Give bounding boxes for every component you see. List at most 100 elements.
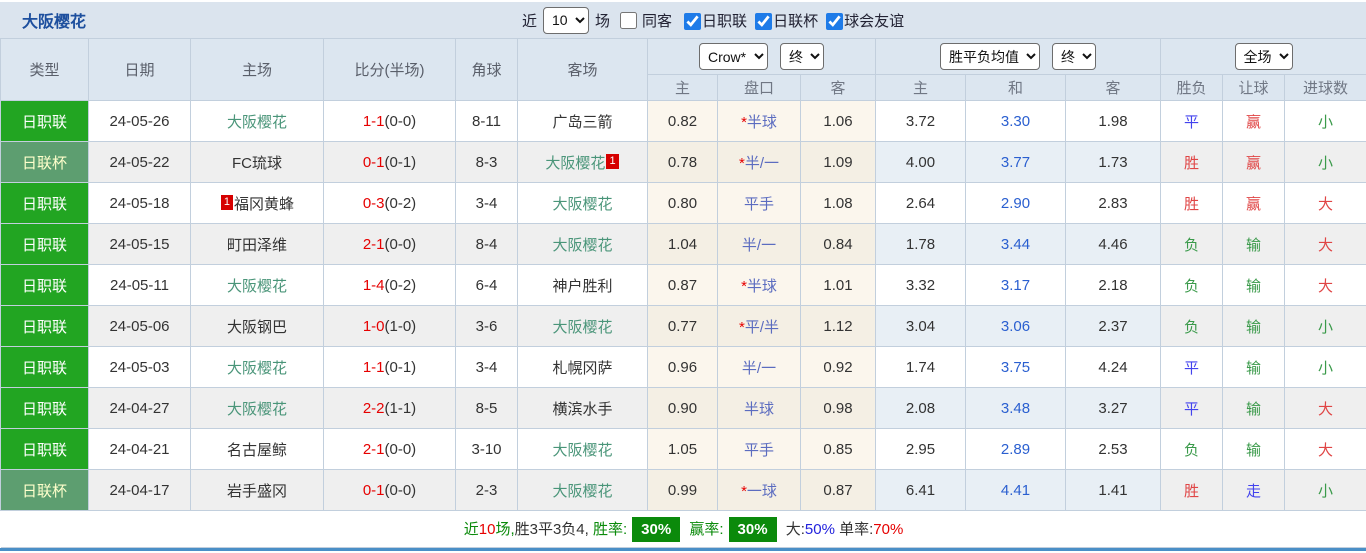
avg-time-select[interactable]: 终	[1052, 43, 1096, 70]
home-team-cell[interactable]: 大阪钢巴	[191, 306, 324, 347]
match-history-panel: 大阪樱花 近 10 场 同客 日职联 日联杯 球会友谊	[0, 2, 1366, 551]
avg-away-cell: 2.18	[1066, 265, 1161, 306]
score-cell: 1-0(1-0)	[324, 306, 456, 347]
friendly-checkbox[interactable]	[826, 13, 843, 30]
away-team-cell[interactable]: 神户胜利	[518, 265, 648, 306]
result-cell: 平	[1161, 101, 1223, 142]
handicap-result-cell: 输	[1223, 347, 1285, 388]
home-team-cell[interactable]: 大阪樱花	[191, 347, 324, 388]
odds-time-select[interactable]: 终	[780, 43, 824, 70]
result-cell: 负	[1161, 306, 1223, 347]
period-select[interactable]: 全场	[1235, 43, 1293, 70]
home-team-cell[interactable]: 大阪樱花	[191, 388, 324, 429]
match-date: 24-05-26	[89, 101, 191, 142]
team-name: 神户胜利	[552, 278, 612, 295]
home-team-cell[interactable]: 大阪樱花	[191, 101, 324, 142]
away-team-cell[interactable]: 大阪樱花	[518, 224, 648, 265]
away-team-cell[interactable]: 大阪樱花	[518, 470, 648, 511]
away-team-cell[interactable]: 大阪樱花1	[518, 142, 648, 183]
away-team-cell[interactable]: 横滨水手	[518, 388, 648, 429]
title-bar: 大阪樱花 近 10 场 同客 日职联 日联杯 球会友谊	[0, 2, 1366, 38]
handicap-cell: 半球	[718, 388, 801, 429]
jcup-label: 日联杯	[773, 13, 818, 30]
match-date: 24-05-03	[89, 347, 191, 388]
jcup-checkbox[interactable]	[755, 13, 772, 30]
match-row: 日职联24-04-27大阪樱花2-2(1-1)8-5横滨水手0.90半球0.98…	[1, 388, 1366, 429]
team-name: 岩手盛冈	[227, 483, 287, 500]
avg-home-cell: 4.00	[876, 142, 966, 183]
league-type-badge: 日职联	[1, 265, 89, 306]
avg-draw-cell: 3.06	[966, 306, 1066, 347]
same-venue-checkbox[interactable]	[620, 12, 637, 29]
match-row: 日职联24-05-15町田泽维2-1(0-0)8-4大阪樱花1.04半/一0.8…	[1, 224, 1366, 265]
odds-away-cell: 1.08	[801, 183, 876, 224]
friendly-label: 球会友谊	[844, 13, 904, 30]
avg-away-cell: 1.98	[1066, 101, 1161, 142]
filter-jcup: 日联杯	[747, 10, 818, 31]
handicap-cell: 平手	[718, 429, 801, 470]
summary-text: 大:	[782, 521, 805, 538]
avg-away-cell: 2.37	[1066, 306, 1161, 347]
match-date: 24-04-17	[89, 470, 191, 511]
home-team-cell[interactable]: FC琉球	[191, 142, 324, 183]
avg-type-select[interactable]: 胜平负均值	[940, 43, 1040, 70]
avg-draw-cell: 3.77	[966, 142, 1066, 183]
result-group-header: 全场	[1161, 39, 1366, 75]
home-team-cell[interactable]: 1福冈黄蜂	[191, 183, 324, 224]
odds-home-cell: 0.78	[648, 142, 718, 183]
away-team-cell[interactable]: 大阪樱花	[518, 183, 648, 224]
match-date: 24-05-11	[89, 265, 191, 306]
result-cell: 负	[1161, 429, 1223, 470]
handicap-cell: *半球	[718, 101, 801, 142]
bookmaker-select[interactable]: Crow*	[699, 43, 768, 70]
odds-home-cell: 0.96	[648, 347, 718, 388]
away-team-cell[interactable]: 大阪樱花	[518, 306, 648, 347]
jleague-checkbox[interactable]	[684, 13, 701, 30]
goals-result-cell: 大	[1285, 183, 1366, 224]
result-cell: 负	[1161, 265, 1223, 306]
away-team-cell[interactable]: 札幌冈萨	[518, 347, 648, 388]
home-team-cell[interactable]: 大阪樱花	[191, 265, 324, 306]
result-cell: 负	[1161, 224, 1223, 265]
summary-text: 70%	[873, 521, 903, 538]
handicap-result-cell: 输	[1223, 306, 1285, 347]
score-cell: 1-4(0-2)	[324, 265, 456, 306]
handicap-result-cell: 输	[1223, 388, 1285, 429]
match-row: 日职联24-05-03大阪樱花1-1(0-1)3-4札幌冈萨0.96半/一0.9…	[1, 347, 1366, 388]
subcol-odds-home: 主	[648, 75, 718, 101]
odds-home-cell: 0.99	[648, 470, 718, 511]
match-row: 日职联24-05-181福冈黄蜂0-3(0-2)3-4大阪樱花0.80平手1.0…	[1, 183, 1366, 224]
league-type-badge: 日职联	[1, 347, 89, 388]
odds-away-cell: 1.01	[801, 265, 876, 306]
odds-away-cell: 0.92	[801, 347, 876, 388]
summary-text: 单率:	[835, 521, 873, 538]
home-team-cell[interactable]: 町田泽维	[191, 224, 324, 265]
corner-cell: 3-4	[456, 183, 518, 224]
handicap-result-cell: 输	[1223, 224, 1285, 265]
league-type-badge: 日联杯	[1, 470, 89, 511]
match-row: 日职联24-05-26大阪樱花1-1(0-0)8-11广岛三箭0.82*半球1.…	[1, 101, 1366, 142]
recent-count-select[interactable]: 10	[543, 7, 589, 34]
match-date: 24-05-18	[89, 183, 191, 224]
score-cell: 0-1(0-0)	[324, 470, 456, 511]
team-name: 大阪樱花	[552, 196, 612, 213]
avg-away-cell: 4.24	[1066, 347, 1161, 388]
home-team-cell[interactable]: 名古屋鲸	[191, 429, 324, 470]
home-team-cell[interactable]: 岩手盛冈	[191, 470, 324, 511]
red-number-badge: 1	[606, 154, 618, 169]
odds-group-header: Crow* 终	[648, 39, 876, 75]
away-team-cell[interactable]: 广岛三箭	[518, 101, 648, 142]
avg-draw-cell: 2.89	[966, 429, 1066, 470]
col-header-score: 比分(半场)	[324, 39, 456, 101]
red-number-badge: 1	[221, 195, 233, 210]
team-name: 町田泽维	[227, 237, 287, 254]
match-date: 24-04-27	[89, 388, 191, 429]
match-date: 24-05-15	[89, 224, 191, 265]
match-date: 24-05-06	[89, 306, 191, 347]
avg-away-cell: 3.27	[1066, 388, 1161, 429]
result-cell: 平	[1161, 388, 1223, 429]
summary-text: 近	[464, 521, 479, 538]
corner-cell: 2-3	[456, 470, 518, 511]
away-team-cell[interactable]: 大阪樱花	[518, 429, 648, 470]
odds-home-cell: 0.80	[648, 183, 718, 224]
